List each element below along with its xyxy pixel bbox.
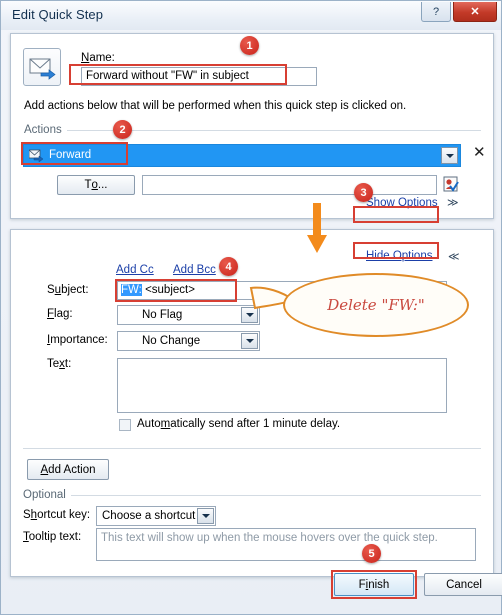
text-textarea[interactable] (117, 358, 447, 413)
chevron-down-icon[interactable]: ≫ (447, 196, 459, 209)
action-label: Forward (49, 149, 92, 161)
importance-select[interactable]: No Change (117, 331, 260, 351)
auto-send-checkbox[interactable] (119, 419, 131, 431)
action-row-forward[interactable]: Forward (23, 144, 461, 167)
close-button[interactable]: ✕ (453, 2, 497, 22)
quick-step-top-panel: Name: Forward without "FW" in subject Ad… (10, 33, 494, 219)
shortcut-key-value: Choose a shortcut (102, 510, 196, 522)
shortcut-key-label: Shortcut key: (23, 509, 91, 521)
annotation-badge-2: 2 (113, 120, 132, 139)
callout-bubble: Delete "FW:" (283, 273, 469, 337)
description-text: Add actions below that will be performed… (24, 100, 407, 112)
finish-label[interactable]: Finish (359, 579, 390, 591)
edit-quick-step-dialog: Edit Quick Step ? ✕ Name: Forward withou… (0, 0, 502, 615)
annotation-badge-1: 1 (240, 36, 259, 55)
chevron-up-icon[interactable]: ≪ (448, 250, 460, 263)
orange-down-arrow-icon (306, 203, 328, 255)
remove-action-button[interactable]: ✕ (473, 145, 486, 160)
forward-envelope-icon (23, 48, 61, 86)
name-label: Name: (81, 52, 115, 64)
optional-group-label: Optional (23, 489, 66, 501)
add-action-label[interactable]: Add Action (41, 464, 96, 476)
importance-dropdown-arrow[interactable] (241, 333, 258, 349)
subject-label: Subject: (47, 284, 89, 296)
add-bcc-link[interactable]: Add Bcc (173, 264, 216, 276)
importance-value: No Change (142, 335, 201, 347)
hide-options-link[interactable]: Hide Options (366, 250, 432, 262)
show-options-link[interactable]: Show Options (366, 197, 438, 209)
shortcut-dropdown-arrow[interactable] (197, 508, 214, 524)
auto-send-label: Automatically send after 1 minute delay. (137, 418, 341, 430)
shortcut-key-select[interactable]: Choose a shortcut (96, 506, 216, 526)
add-action-button: Add Action (27, 459, 109, 480)
actions-group-label: Actions (24, 124, 62, 136)
flag-value: No Flag (142, 309, 183, 321)
finish-button: Finish (334, 573, 414, 596)
add-cc-link[interactable]: Add Cc (116, 264, 154, 276)
help-button[interactable]: ? (421, 2, 451, 22)
address-book-icon[interactable] (442, 175, 460, 193)
to-button[interactable]: To... (57, 175, 135, 195)
text-label: Text: (47, 358, 72, 370)
subject-selected-text: FW: (121, 284, 142, 296)
callout-text: Delete "FW:" (327, 296, 425, 314)
to-input[interactable] (142, 175, 437, 195)
forward-mail-icon (28, 149, 44, 163)
cancel-button[interactable]: Cancel (424, 573, 502, 596)
tooltip-text-input[interactable]: This text will show up when the mouse ho… (96, 528, 476, 561)
flag-select[interactable]: No Flag (117, 305, 260, 325)
annotation-badge-5: 5 (362, 544, 381, 563)
window-title: Edit Quick Step (12, 7, 104, 22)
annotation-badge-3: 3 (354, 183, 373, 202)
name-input[interactable]: Forward without "FW" in subject (81, 67, 317, 86)
section-divider (23, 448, 481, 449)
importance-label: Importance: (47, 334, 108, 346)
window-buttons: ? ✕ (419, 2, 497, 22)
subject-rest-text: <subject> (141, 284, 195, 296)
tooltip-text-label: Tooltip text: (23, 531, 82, 543)
annotation-badge-4: 4 (219, 257, 238, 276)
optional-group-rule (71, 495, 481, 496)
action-dropdown-arrow[interactable] (441, 147, 458, 164)
title-bar: Edit Quick Step ? ✕ (1, 1, 501, 30)
flag-label: Flag: (47, 308, 73, 320)
